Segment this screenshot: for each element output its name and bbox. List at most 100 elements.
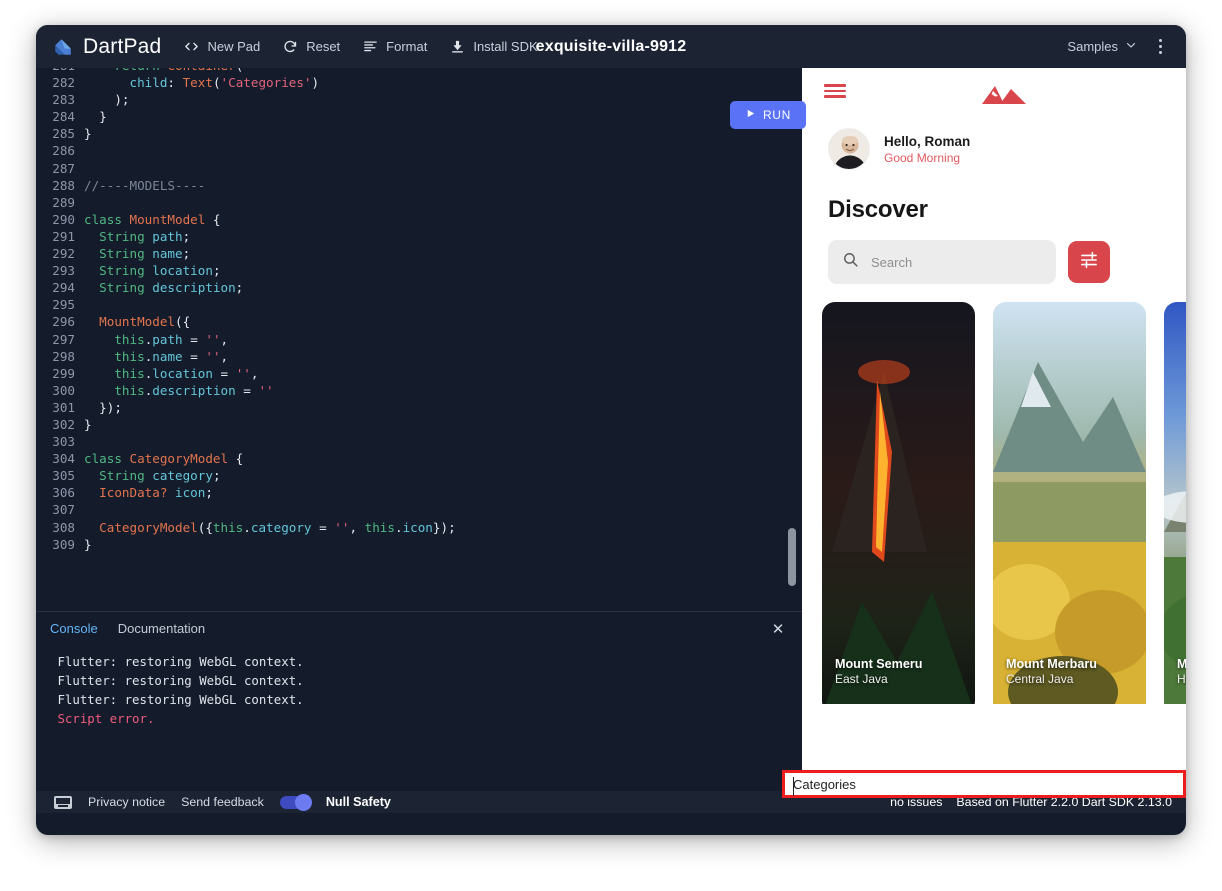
code-line: 298 this.name = '', [36,348,802,365]
editor-scrollbar[interactable] [788,528,796,586]
app-header [802,68,1186,114]
line-number: 304 [52,451,75,467]
line-content: //----MODELS---- [84,177,206,193]
categories-field-highlight[interactable]: Categories [782,770,1186,798]
line-number: 299 [52,365,75,381]
dart-logo-icon [52,36,74,58]
line-number: 282 [52,75,75,91]
chevron-down-icon [1125,39,1137,54]
code-line: 293 String location; [36,262,802,279]
line-content: this.location = '', [114,365,259,381]
code-line: 286 [36,142,802,159]
line-number: 295 [52,297,75,313]
keyboard-shortcuts-icon[interactable] [54,795,72,809]
code-line: 306 IconData? icon; [36,484,802,501]
console-line: Flutter: restoring WebGL context. [50,654,304,669]
brand[interactable]: DartPad [52,35,161,59]
mountain-card[interactable]: Mount Semeru East Java [822,302,975,704]
line-content: child: Text('Categories') [129,75,320,91]
code-line: 282 child: Text('Categories') [36,74,802,91]
null-safety-toggle[interactable] [279,793,312,811]
code-line: 303 [36,433,802,450]
send-feedback-link[interactable]: Send feedback [181,795,264,809]
code-line: 291 String path; [36,228,802,245]
code-line: 300 this.description = '' [36,382,802,399]
line-number: 286 [52,143,75,159]
kebab-menu-icon[interactable] [1149,33,1172,60]
line-content: } [84,126,92,142]
run-button[interactable]: RUN [730,101,806,129]
code-line: 288 //----MODELS---- [36,177,802,194]
line-number: 301 [52,399,75,415]
tab-documentation[interactable]: Documentation [118,621,205,636]
greeting-subtitle: Good Morning [884,150,961,165]
line-number: 305 [52,468,75,484]
greeting-text: Hello, Roman Good Morning [884,134,970,165]
code-line: 301 }); [36,399,802,416]
mountain-card[interactable]: Maun Hawa [1164,302,1186,704]
card-title: Maun [1177,657,1186,671]
line-number: 296 [52,314,75,330]
console-error-line: Script error. [50,711,155,726]
code-line: 297 this.path = '', [36,331,802,348]
line-number: 287 [52,160,75,176]
line-number: 283 [52,92,75,108]
line-content: class CategoryModel { [84,451,244,467]
filter-button[interactable] [1068,241,1110,283]
mountain-cards-row[interactable]: Mount Semeru East Java Mount Merbaru Cen… [802,284,1186,704]
line-content: } [84,416,92,432]
line-number: 289 [52,194,75,210]
line-content: ); [84,92,130,108]
card-caption: Maun Hawa [1177,657,1186,686]
reset-button[interactable]: Reset [282,38,340,55]
console-panel: Console Documentation ✕ Flutter: restori… [36,611,802,813]
code-line: 308 CategoryModel({this.category = '', t… [36,519,802,536]
text-caret [793,777,794,796]
card-title: Mount Merbaru [1006,657,1097,671]
tab-console[interactable]: Console [50,621,98,636]
install-sdk-label: Install SDK [473,39,538,54]
code-line: 296 MountModel({ [36,313,802,330]
samples-label: Samples [1067,39,1118,54]
search-input[interactable]: Search [828,240,1056,284]
greeting-name: Hello, Roman [884,133,971,149]
app-preview-pane: Hello, Roman Good Morning Discover Searc… [802,68,1186,813]
code-editor[interactable]: 281 return Container(282 child: Text('Ca… [36,68,802,611]
line-content: this.path = '', [114,331,229,347]
line-number: 306 [52,485,75,501]
search-icon [842,251,859,273]
run-label: RUN [762,108,792,122]
code-line: 309} [36,536,802,553]
format-button[interactable]: Format [362,38,427,55]
line-number: 303 [52,434,75,450]
mountain-card[interactable]: Mount Merbaru Central Java [993,302,1146,704]
line-number: 291 [52,228,75,244]
code-line: 295 [36,296,802,313]
samples-dropdown[interactable]: Samples [1061,35,1143,58]
code-line: 299 this.location = '', [36,365,802,382]
line-content: this.description = '' [114,382,274,398]
console-output: Flutter: restoring WebGL context. Flutte… [36,645,802,728]
line-content: CategoryModel({this.category = '', this.… [99,519,456,535]
card-caption: Mount Merbaru Central Java [1006,657,1097,686]
line-content: String category; [99,468,221,484]
new-pad-button[interactable]: New Pad [183,38,260,55]
close-icon[interactable]: ✕ [768,619,788,639]
line-number: 297 [52,331,75,347]
code-line: 294 String description; [36,279,802,296]
bottom-status-bar: Privacy notice Send feedback Null Safety [36,791,802,813]
download-icon [449,38,466,55]
search-placeholder: Search [871,254,913,270]
install-sdk-button[interactable]: Install SDK [449,38,538,55]
code-line: 302} [36,416,802,433]
user-avatar[interactable] [828,128,870,170]
line-content: } [84,536,92,552]
dartpad-window: DartPad New Pad Reset Format Install SDK… [36,25,1186,835]
card-subtitle: Hawa [1177,672,1186,686]
hamburger-menu-icon[interactable] [824,84,846,98]
line-content: IconData? icon; [99,485,213,501]
line-content: class MountModel { [84,211,221,227]
line-number: 290 [52,211,75,227]
greeting-row: Hello, Roman Good Morning [802,114,1186,170]
privacy-notice-link[interactable]: Privacy notice [88,795,165,809]
